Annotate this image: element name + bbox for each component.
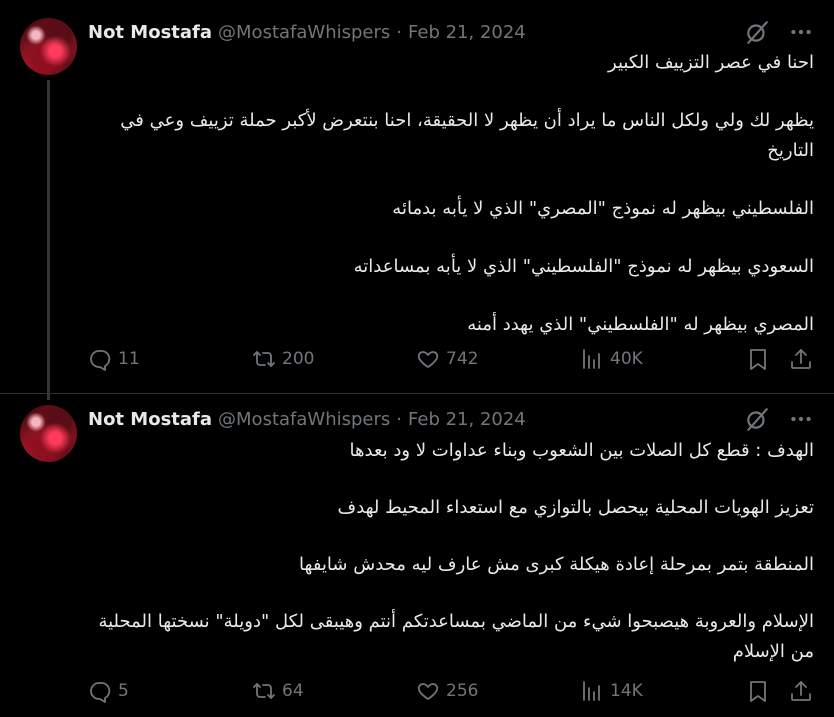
reply-count: 11	[118, 349, 140, 369]
separator-dot: ·	[396, 21, 403, 43]
tweet-date[interactable]: Feb 21, 2024	[408, 22, 526, 43]
repost-button[interactable]: 200	[252, 347, 314, 371]
views-icon	[580, 679, 604, 703]
bookmark-button[interactable]	[746, 679, 770, 703]
user-handle[interactable]: @MostafaWhispers	[218, 409, 390, 430]
views-count: 40K	[610, 349, 643, 369]
bookmark-button[interactable]	[746, 347, 770, 371]
views-icon	[580, 347, 604, 371]
like-button[interactable]: 256	[416, 679, 478, 703]
views-button[interactable]: 40K	[580, 347, 643, 371]
avatar[interactable]	[20, 18, 77, 75]
tweet-actions: 5 64 256 14K	[88, 676, 816, 706]
views-button[interactable]: 14K	[580, 679, 643, 703]
thread-connector-line	[47, 80, 50, 400]
tweet-paragraph: الهدف : قطع كل الصلات بين الشعوب وبناء ع…	[349, 440, 814, 461]
reply-button[interactable]: 11	[88, 347, 140, 371]
tweet-text: الهدف : قطع كل الصلات بين الشعوب وبناء ع…	[88, 436, 814, 667]
tweet-text: احنا في عصر التزييف الكبير يظهر لك ولي و…	[88, 48, 814, 340]
tweet-paragraph: المصري بيظهر له "الفلسطيني" الذي يهدد أم…	[467, 314, 814, 335]
reply-count: 5	[118, 681, 129, 701]
tweet-paragraph: احنا في عصر التزييف الكبير	[608, 52, 814, 73]
more-icon[interactable]	[788, 406, 814, 432]
share-icon	[789, 347, 813, 371]
repost-button[interactable]: 64	[252, 679, 304, 703]
tweet-actions: 11 200 742 40K	[88, 344, 816, 374]
heart-icon	[416, 347, 440, 371]
tweet-date[interactable]: Feb 21, 2024	[408, 409, 526, 430]
header-actions	[744, 406, 814, 432]
like-count: 256	[446, 681, 479, 701]
header-actions	[744, 19, 814, 45]
views-count: 14K	[610, 681, 643, 701]
tweet-paragraph: الفلسطيني بيظهر له نموذج "المصري" الذي ل…	[392, 198, 814, 219]
share-button[interactable]	[789, 347, 813, 371]
grok-icon[interactable]	[744, 406, 770, 432]
share-icon	[789, 679, 813, 703]
separator-dot: ·	[396, 408, 403, 430]
like-button[interactable]: 742	[416, 347, 478, 371]
tweet-paragraph: الإسلام والعروبة هيصبحوا شيء من الماضي ب…	[98, 611, 814, 662]
display-name[interactable]: Not Mostafa	[88, 22, 212, 43]
bookmark-icon	[746, 347, 770, 371]
tweet-paragraph: يظهر لك ولي ولكل الناس ما يراد أن يظهر ل…	[120, 110, 814, 161]
heart-icon	[416, 679, 440, 703]
tweet-header: Not Mostafa @MostafaWhispers · Feb 21, 2…	[88, 19, 814, 45]
display-name[interactable]: Not Mostafa	[88, 409, 212, 430]
tweet-divider	[0, 393, 834, 394]
share-button[interactable]	[789, 679, 813, 703]
user-handle[interactable]: @MostafaWhispers	[218, 22, 390, 43]
reply-button[interactable]: 5	[88, 679, 129, 703]
avatar[interactable]	[20, 405, 77, 462]
bookmark-icon	[746, 679, 770, 703]
repost-count: 200	[282, 349, 315, 369]
reply-icon	[88, 347, 112, 371]
repost-icon	[252, 347, 276, 371]
tweet-paragraph: السعودي بيظهر له نموذج "الفلسطيني" الذي …	[353, 256, 814, 277]
tweet-header: Not Mostafa @MostafaWhispers · Feb 21, 2…	[88, 406, 814, 432]
more-icon[interactable]	[788, 19, 814, 45]
like-count: 742	[446, 349, 479, 369]
tweet-paragraph: تعزيز الهويات المحلية بيحصل بالتوازي مع …	[337, 497, 814, 518]
repost-icon	[252, 679, 276, 703]
repost-count: 64	[282, 681, 304, 701]
reply-icon	[88, 679, 112, 703]
tweet-paragraph: المنطقة بتمر بمرحلة إعادة هيكلة كبرى مش …	[299, 554, 814, 575]
grok-icon[interactable]	[744, 19, 770, 45]
